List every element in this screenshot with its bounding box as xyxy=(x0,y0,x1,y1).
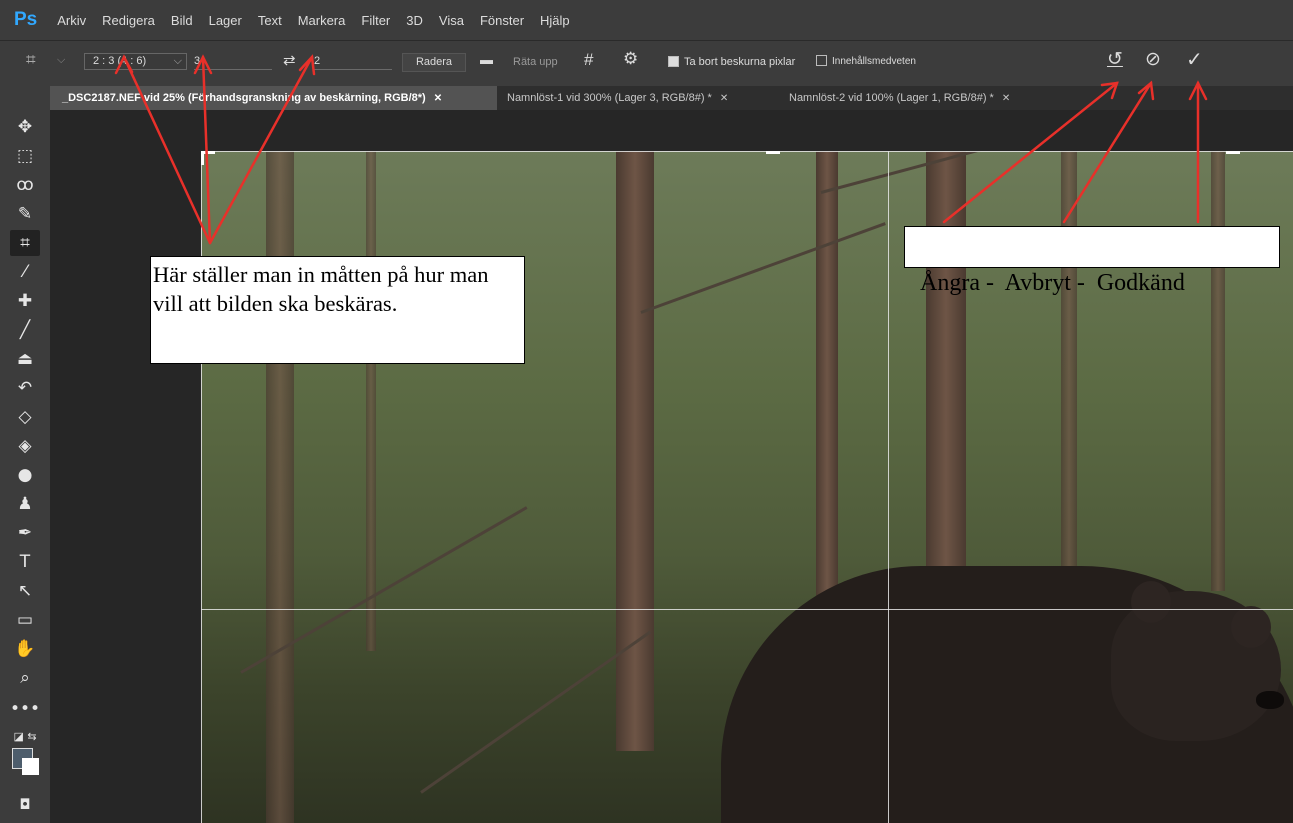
arrow-to-undo xyxy=(942,81,1119,224)
arrow-to-cancel xyxy=(1062,81,1153,224)
arrow-to-height xyxy=(208,55,314,245)
arrow-to-width xyxy=(201,55,212,245)
annotation-arrows xyxy=(114,54,1208,245)
arrow-to-ratio xyxy=(122,55,212,245)
